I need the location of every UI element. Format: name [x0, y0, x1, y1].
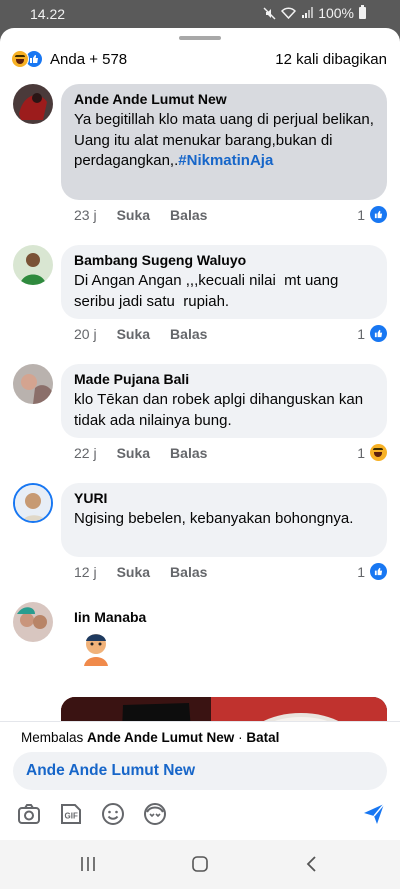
avatar[interactable] [13, 483, 53, 523]
like-button[interactable]: Suka [117, 564, 150, 580]
comment-time: 22 j [74, 445, 97, 461]
send-icon[interactable] [360, 800, 388, 828]
comment-text: Di Angan Angan ,,,kecuali nilai mt uang … [74, 272, 343, 310]
battery-percent: 100% [318, 5, 354, 21]
like-button[interactable]: Suka [117, 207, 150, 223]
comment-bubble[interactable]: YURI Ngising bebelen, kebanyakan bohongn… [61, 483, 387, 557]
camera-icon[interactable] [15, 800, 43, 828]
comment-actions: 20 j Suka Balas [74, 326, 207, 342]
comment-author[interactable]: Iin Manaba [74, 609, 146, 625]
reaction-count: 1 [357, 325, 365, 342]
emoji-icon[interactable] [99, 800, 127, 828]
comment-actions: 22 j Suka Balas [74, 445, 207, 461]
avatar[interactable] [13, 245, 53, 285]
wifi-icon [281, 7, 297, 19]
reaction-count: 1 [357, 563, 365, 580]
haha-icon [11, 50, 29, 68]
mute-icon [263, 7, 276, 19]
comment-author[interactable]: Made Pujana Bali [74, 371, 375, 387]
comments-sheet: Anda + 578 12 kali dibagikan Ande Ande L… [0, 28, 400, 889]
status-icons: 100% [263, 5, 366, 21]
comment-bubble[interactable]: Made Pujana Bali klo Tēkan dan robek apl… [61, 364, 387, 438]
reply-target: Ande Ande Lumut New [87, 730, 235, 745]
gif-icon[interactable]: GIF [57, 800, 85, 828]
avatar-sticker-icon[interactable] [141, 800, 169, 828]
like-icon [370, 563, 387, 580]
signal-icon [302, 7, 314, 18]
home-icon[interactable] [188, 852, 212, 876]
cancel-reply-button[interactable]: Batal [246, 730, 279, 745]
back-icon[interactable] [300, 852, 324, 876]
recent-apps-icon[interactable] [76, 852, 100, 876]
avatar[interactable] [13, 602, 53, 642]
comment-reactions[interactable]: 1 [357, 206, 387, 223]
comment-reactions[interactable]: 1 [357, 325, 387, 342]
replying-to-banner: Membalas Ande Ande Lumut New · Batal [21, 730, 280, 745]
status-bar: 14.22 100% [0, 0, 400, 28]
hashtag-link[interactable]: #NikmatinAja [178, 152, 273, 169]
comment-reactions[interactable]: 1 [357, 563, 387, 580]
reaction-count[interactable]: Anda + 578 [50, 51, 127, 68]
like-icon [370, 206, 387, 223]
svg-text:GIF: GIF [65, 812, 78, 821]
reply-composer: Membalas Ande Ande Lumut New · Batal And… [0, 721, 400, 889]
comment-actions: 23 j Suka Balas [74, 207, 207, 223]
comment-author[interactable]: YURI [74, 490, 375, 506]
comment-reactions[interactable]: 1 [357, 444, 387, 461]
reaction-icons[interactable] [11, 50, 43, 68]
sticker-icon[interactable] [78, 630, 114, 666]
comment-author[interactable]: Ande Ande Lumut New [74, 91, 375, 107]
avatar[interactable] [13, 364, 53, 404]
comment-bubble[interactable]: Bambang Sugeng Waluyo Di Angan Angan ,,,… [61, 245, 387, 319]
comment-text: Ngising bebelen, kebanyakan bohongnya. [74, 510, 354, 527]
reaction-count: 1 [357, 444, 365, 461]
comment-time: 20 j [74, 326, 97, 342]
like-icon [370, 325, 387, 342]
reply-button[interactable]: Balas [170, 326, 207, 342]
composer-toolbar: GIF [0, 796, 400, 832]
reply-button[interactable]: Balas [170, 207, 207, 223]
comment-actions: 12 j Suka Balas [74, 564, 207, 580]
battery-icon [359, 5, 366, 19]
share-count[interactable]: 12 kali dibagikan [275, 51, 387, 68]
comment-bubble[interactable]: Ande Ande Lumut New Ya begitillah klo ma… [61, 84, 387, 200]
reaction-summary-bar: Anda + 578 12 kali dibagikan [0, 48, 400, 72]
drag-handle[interactable] [179, 36, 221, 40]
reply-button[interactable]: Balas [170, 564, 207, 580]
clock: 14.22 [30, 6, 66, 22]
comment-text: klo Tēkan dan robek aplgi dihanguskan ka… [74, 391, 368, 429]
comment-text: Ya begitillah klo mata uang di perjual b… [74, 111, 379, 169]
reply-button[interactable]: Balas [170, 445, 207, 461]
like-button[interactable]: Suka [117, 326, 150, 342]
system-nav-bar [0, 840, 400, 889]
comment-author[interactable]: Bambang Sugeng Waluyo [74, 252, 375, 268]
avatar[interactable] [13, 84, 53, 124]
haha-icon [370, 444, 387, 461]
comment-time: 23 j [74, 207, 97, 223]
reaction-count: 1 [357, 206, 365, 223]
comment-input[interactable]: Ande Ande Lumut New [13, 752, 387, 790]
comment-time: 12 j [74, 564, 97, 580]
like-button[interactable]: Suka [117, 445, 150, 461]
